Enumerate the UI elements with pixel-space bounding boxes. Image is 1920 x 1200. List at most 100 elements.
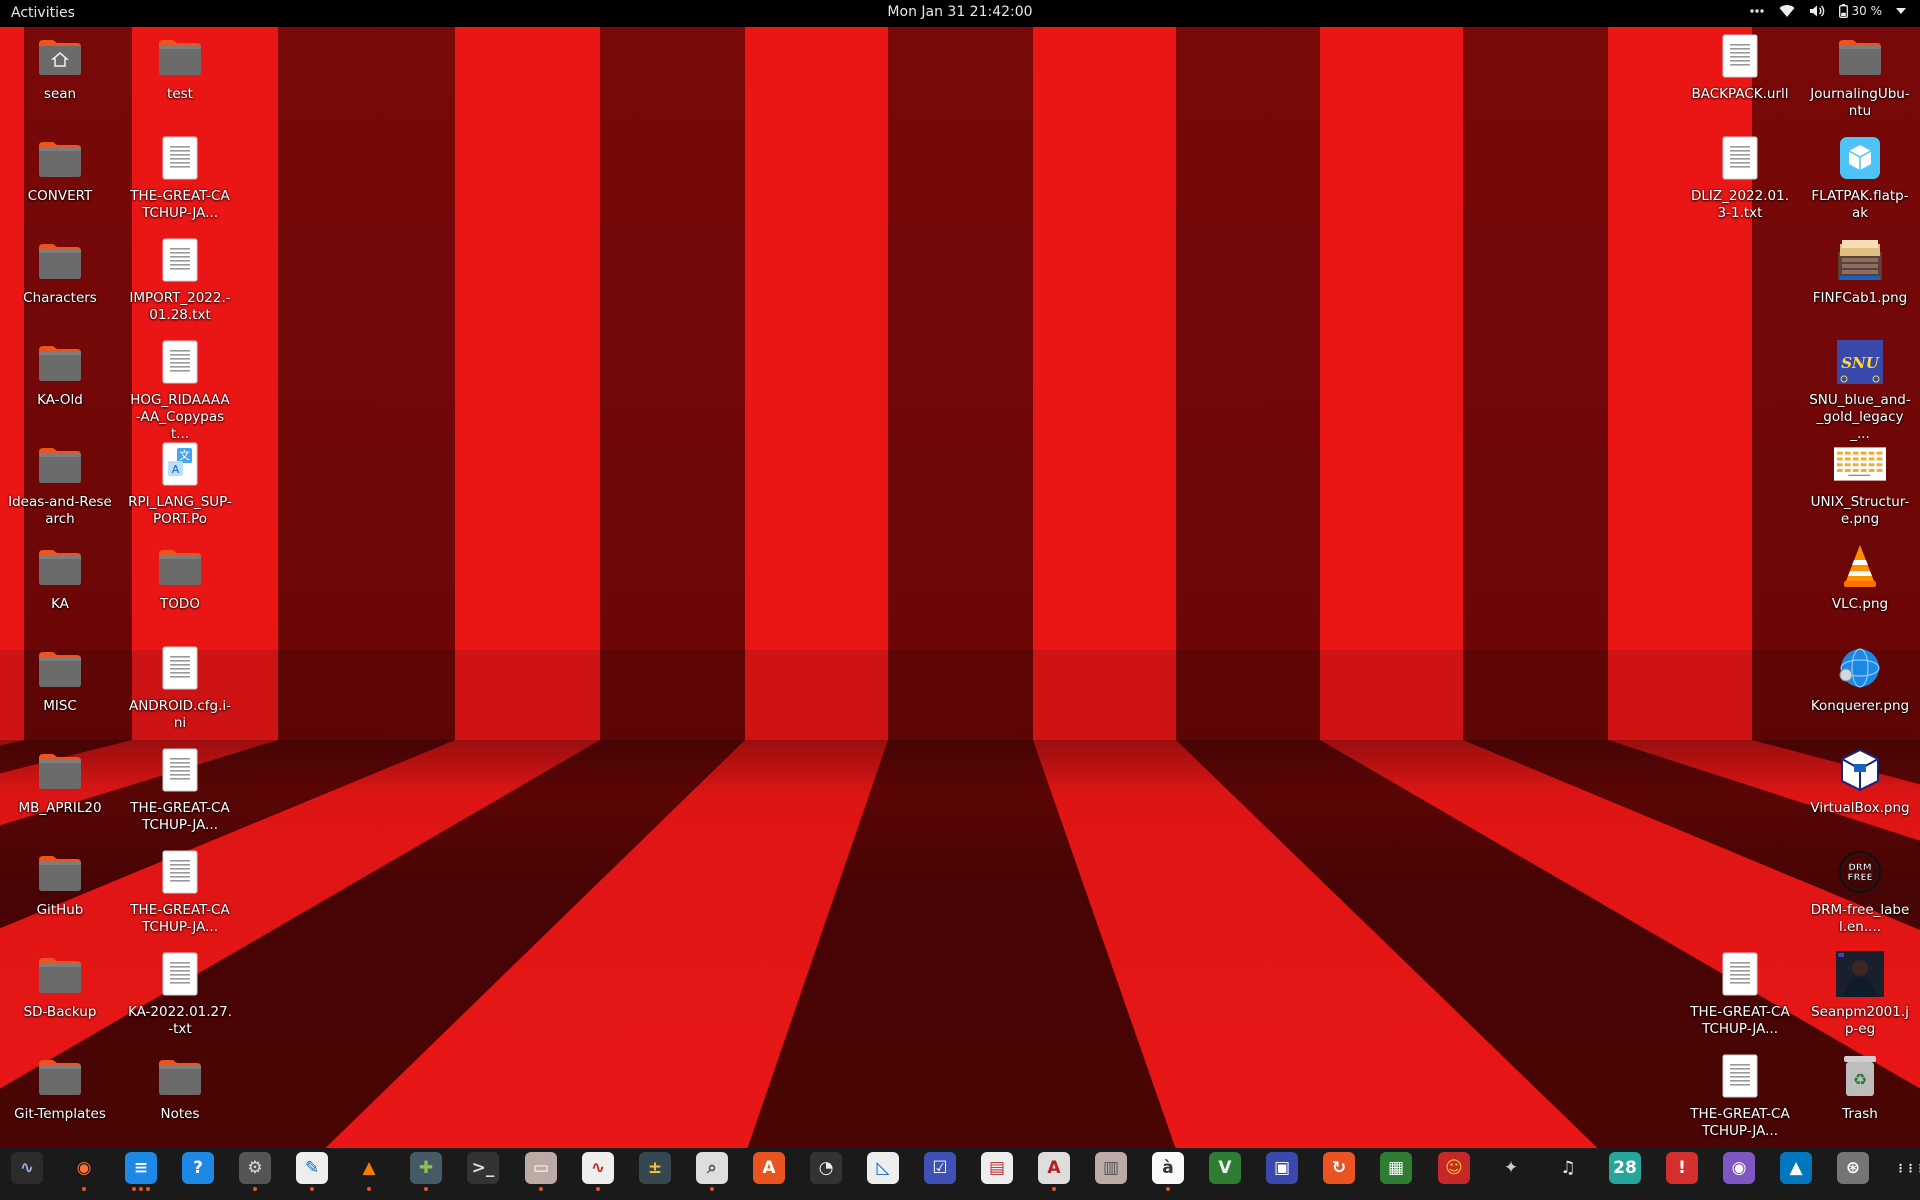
desktop-icon[interactable]: Characters	[8, 234, 112, 307]
desktop-icon[interactable]: FLATPAK.flatp-ak	[1808, 132, 1912, 222]
desktop-icon[interactable]: IMPORT_2022.-01.28.txt	[128, 234, 232, 324]
chevron-down-icon[interactable]	[1896, 8, 1906, 14]
desktop-icon-label: THE-GREAT-CATCHUP-JA...	[130, 800, 230, 833]
desktop-icon[interactable]: THE-GREAT-CATCHUP-JA...	[1688, 948, 1792, 1038]
desktop-icon[interactable]: SD-Backup	[8, 948, 112, 1021]
desktop-icon[interactable]: Seanpm2001.jp-eg	[1808, 948, 1912, 1038]
desktop-icon[interactable]: KA-2022.01.27.-txt	[128, 948, 232, 1038]
desktop-icon[interactable]: Konquerer.png	[1808, 642, 1912, 715]
dock-item-terminal[interactable]: >_	[463, 1152, 503, 1196]
spreadsheet-icon: ▦	[1380, 1152, 1412, 1184]
desktop-icon[interactable]: HOG_RIDAAAA-AA_Copypast...	[128, 336, 232, 443]
desktop-icon[interactable]: BACKPACK.urll	[1688, 30, 1792, 103]
desktop-icon[interactable]: MB_APRIL20	[8, 744, 112, 817]
desktop-icon[interactable]: THE-GREAT-CATCHUP-JA...	[128, 744, 232, 834]
dock-item-document-scanner[interactable]: ◺	[863, 1152, 903, 1196]
document-icon	[154, 846, 206, 898]
document-icon	[154, 234, 206, 286]
folder-icon	[34, 336, 86, 388]
dock-item-document-viewer[interactable]: ▤	[977, 1152, 1017, 1196]
desktop-icon[interactable]: ANDROID.cfg.i-ni	[128, 642, 232, 732]
system-tray[interactable]: 30 %	[1749, 4, 1906, 18]
activities-button[interactable]: Activities	[11, 5, 75, 21]
dock-item-game-character[interactable]: ☺	[1434, 1152, 1474, 1196]
dock-item-lake-app[interactable]: ▲	[1776, 1152, 1816, 1196]
dock-item-spreadsheet[interactable]: ▦	[1376, 1152, 1416, 1196]
dock-item-files[interactable]: ▭	[521, 1152, 561, 1196]
desktop-icon[interactable]: DRM FREE DRM-free_label.en....	[1808, 846, 1912, 936]
dock-item-error-reporter[interactable]: !	[1662, 1152, 1702, 1196]
desktop-icon[interactable]: VirtualBox.png	[1808, 744, 1912, 817]
desktop-icon[interactable]: MISC	[8, 642, 112, 715]
dock-item-text-editor[interactable]: ✎	[292, 1152, 332, 1196]
desktop-icon-label: KA-Old	[37, 392, 83, 408]
desktop-icon[interactable]: 文 A RPI_LANG_SUP-PORT.Po	[128, 438, 232, 528]
dock-item-calendar[interactable]: 28	[1605, 1152, 1645, 1196]
desktop-icon[interactable]: TODO	[128, 540, 232, 613]
wifi-icon[interactable]	[1779, 4, 1795, 18]
dock-item-software-updater[interactable]: ↻	[1319, 1152, 1359, 1196]
desktop-icon-label: VirtualBox.png	[1810, 800, 1910, 816]
desktop-icon[interactable]: DLIZ_2022.01.3-1.txt	[1688, 132, 1792, 222]
desktop-icon[interactable]: THE-GREAT-CATCHUP-JA...	[128, 846, 232, 936]
desktop-icon[interactable]: KA-Old	[8, 336, 112, 409]
dock-item-screenshot-tool[interactable]: ✦	[1491, 1152, 1531, 1196]
running-indicator	[539, 1187, 543, 1193]
desktop-icon[interactable]: THE-GREAT-CATCHUP-JA...	[128, 132, 232, 222]
dock-item-firefox[interactable]: ◉	[64, 1152, 104, 1196]
folder-icon	[1834, 30, 1886, 82]
dock-item-app-store[interactable]: A	[749, 1152, 789, 1196]
dock-item-puzzle[interactable]: ✚	[406, 1152, 446, 1196]
desktop-icon[interactable]: GitHub	[8, 846, 112, 919]
desktop-icon[interactable]: Notes	[128, 1050, 232, 1123]
calculator-icon: ±	[639, 1152, 671, 1184]
desktop-icon[interactable]: ♻ Trash	[1808, 1050, 1912, 1123]
dock-item-system-monitor[interactable]: ∿	[7, 1152, 47, 1196]
dock-item-screen-recorder[interactable]: ◉	[1719, 1152, 1759, 1196]
dock-item-help[interactable]: ?	[178, 1152, 218, 1196]
volume-icon[interactable]	[1809, 4, 1825, 18]
desktop-icon[interactable]: test	[128, 30, 232, 103]
dock-item-disk-usage[interactable]: ◔	[806, 1152, 846, 1196]
dock-item-remote-desktop[interactable]: ▣	[1262, 1152, 1302, 1196]
desktop-icon[interactable]: VLC.png	[1808, 540, 1912, 613]
desktop-icon[interactable]: Git-Templates	[8, 1050, 112, 1123]
drm-image-icon: DRM FREE	[1834, 846, 1886, 898]
dock-item-archive-manager[interactable]: ▥	[1091, 1152, 1131, 1196]
overflow-dots-icon[interactable]	[1749, 8, 1765, 14]
dock-item-vlc[interactable]: ▲	[349, 1152, 389, 1196]
dock-item-vim[interactable]: V	[1205, 1152, 1245, 1196]
desktop-icon-label: Git-Templates	[14, 1106, 106, 1122]
battery-icon[interactable]	[1838, 4, 1848, 18]
desktop-icon[interactable]: JournalingUbu-ntu	[1808, 30, 1912, 120]
desktop-icon[interactable]: Ideas-and-Research	[8, 438, 112, 528]
desktop-icon[interactable]: FINFCab1.png	[1808, 234, 1912, 307]
dock-item-image-viewer[interactable]: ⌕	[692, 1152, 732, 1196]
dock-item-calculator[interactable]: ±	[635, 1152, 675, 1196]
desktop-icon[interactable]: KA	[8, 540, 112, 613]
dock-item-music[interactable]: ♫	[1548, 1152, 1588, 1196]
clock[interactable]: Mon Jan 31 21:42:00	[887, 4, 1032, 20]
desktop-icon[interactable]: THE-GREAT-CATCHUP-JA...	[1688, 1050, 1792, 1140]
running-indicator	[82, 1187, 86, 1193]
dock-item-monitor-graph[interactable]: ∿	[578, 1152, 618, 1196]
svg-text:♻: ♻	[1853, 1070, 1867, 1089]
desktop-icon-label: Konquerer.png	[1810, 698, 1910, 714]
desktop-icon-label: BACKPACK.urll	[1691, 86, 1789, 102]
desktop-icon[interactable]: UNIX_Structur-e.png	[1808, 438, 1912, 528]
desktop-icon[interactable]: sean	[8, 30, 112, 103]
dock-item-todo[interactable]: ☑	[920, 1152, 960, 1196]
dock-item-settings[interactable]: ⚙	[235, 1152, 275, 1196]
document-icon	[1714, 948, 1766, 1000]
dock-item-character-map[interactable]: à	[1148, 1152, 1188, 1196]
dock-item-updater-gear[interactable]: ⊛	[1833, 1152, 1873, 1196]
dock-item-show-apps[interactable]: ⋮⋮⋮	[1890, 1152, 1920, 1196]
dock-item-font-viewer[interactable]: A	[1034, 1152, 1074, 1196]
desktop-icon-label: THE-GREAT-CATCHUP-JA...	[1690, 1004, 1790, 1037]
desktop-icon-label: SD-Backup	[23, 1004, 97, 1020]
dock-item-writer[interactable]: ≡	[121, 1152, 161, 1196]
app-store-icon: A	[753, 1152, 785, 1184]
desktop-icon[interactable]: SNU SNU_blue_and-_gold_legacy_...	[1808, 336, 1912, 443]
running-indicator	[367, 1187, 371, 1193]
desktop-icon[interactable]: CONVERT	[8, 132, 112, 205]
